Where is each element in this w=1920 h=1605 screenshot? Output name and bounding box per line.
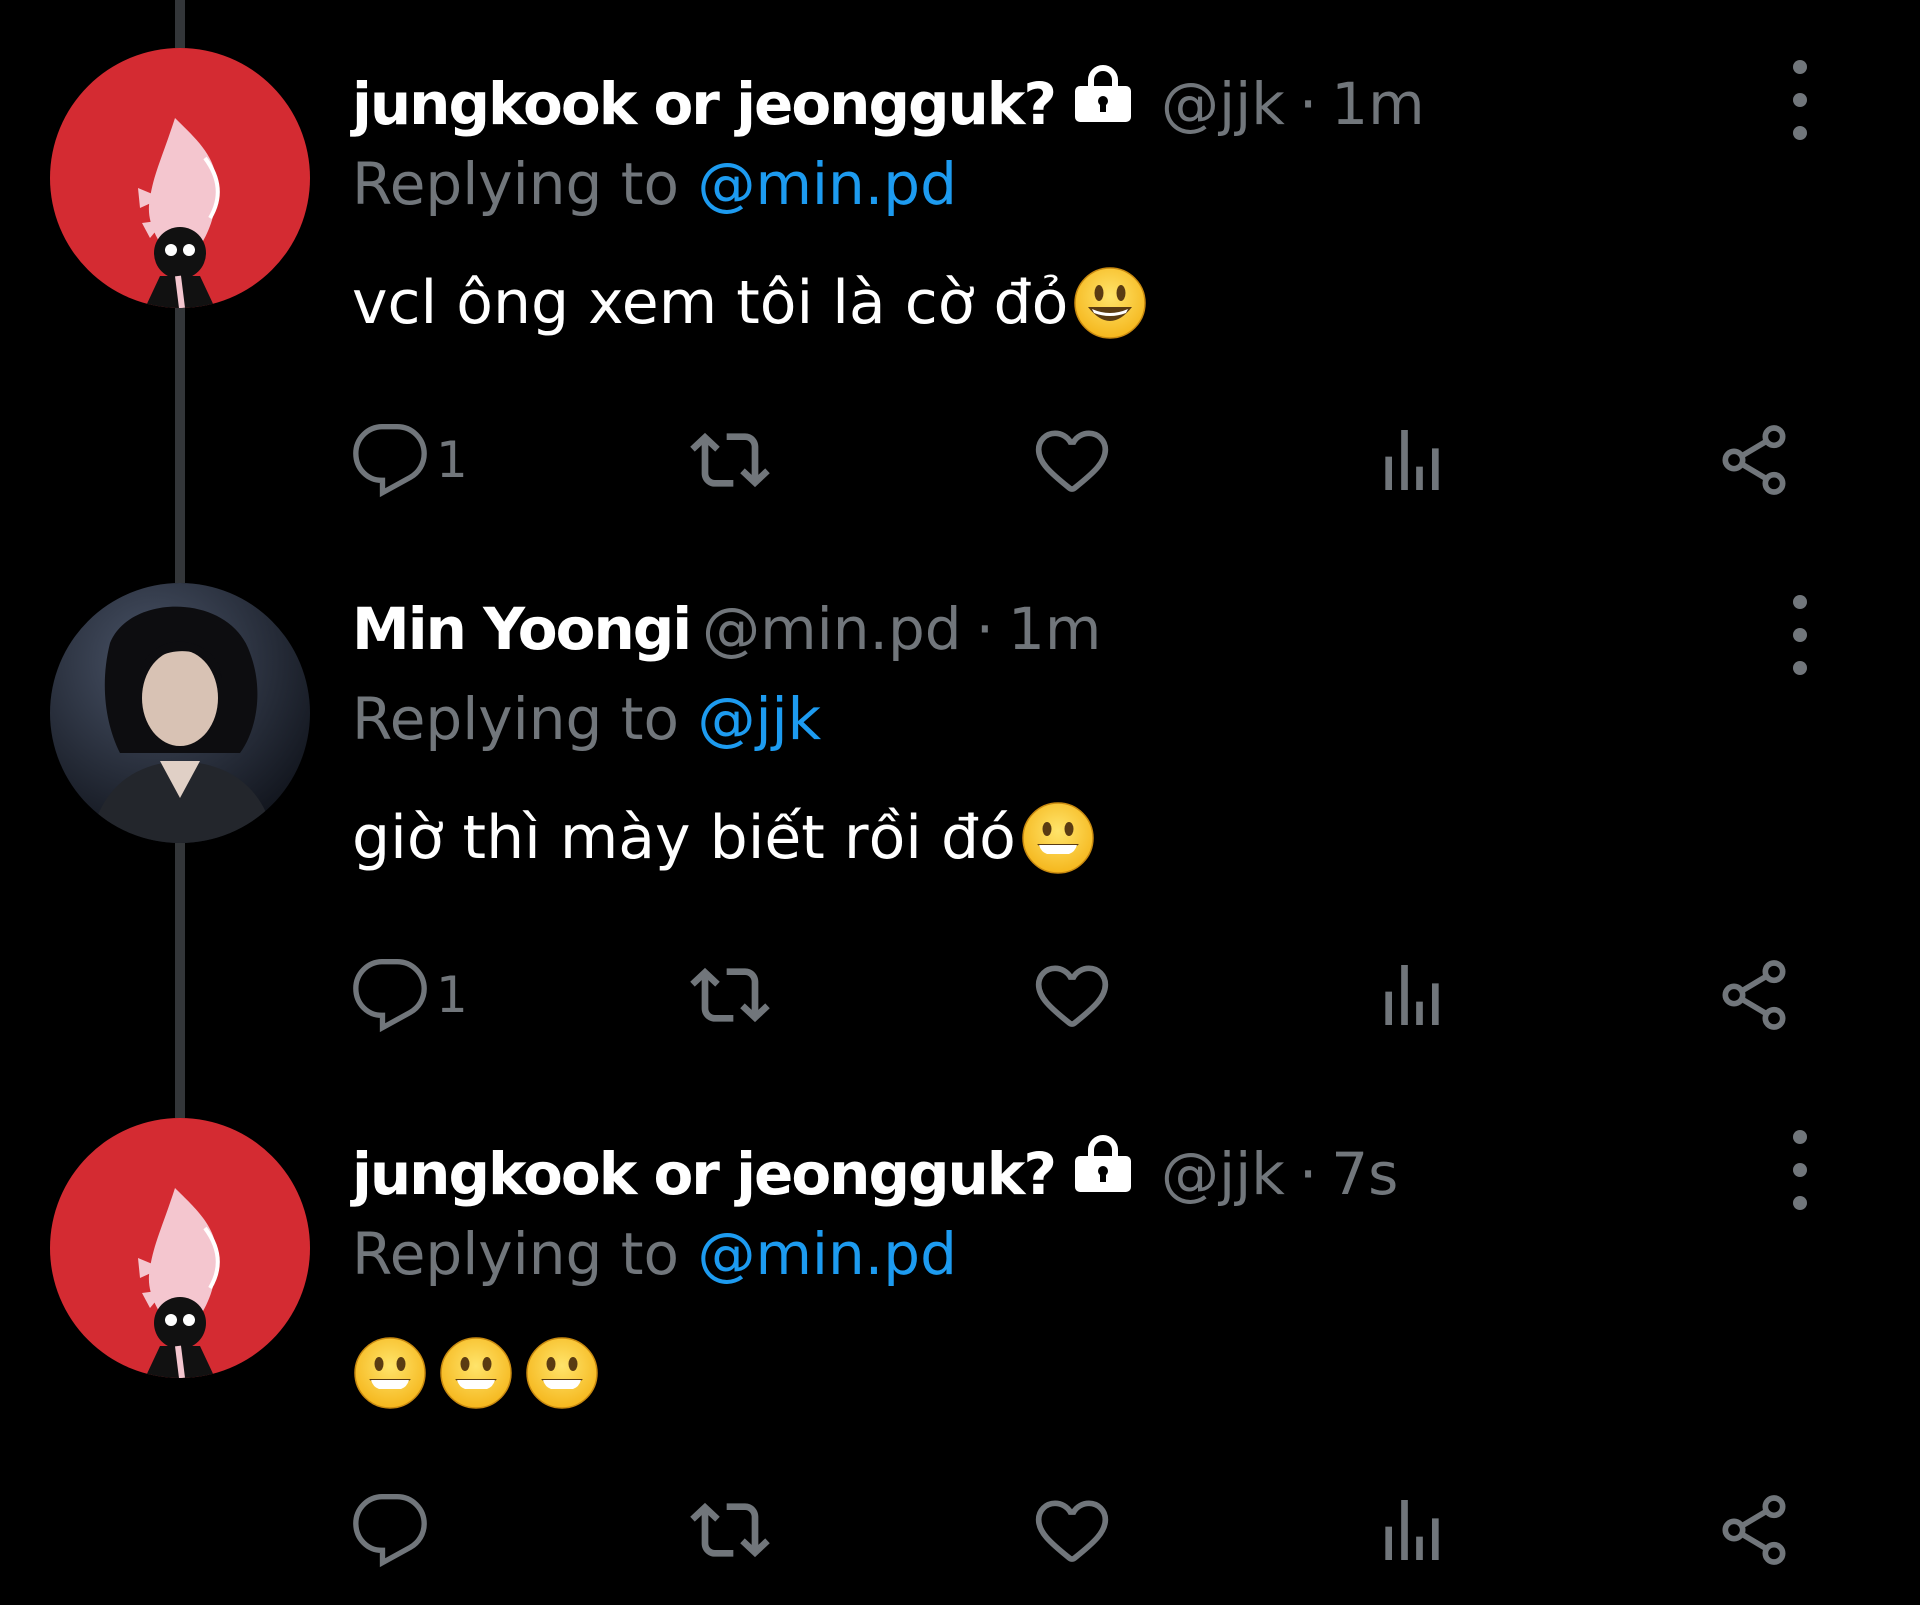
retweet-icon	[690, 420, 770, 500]
reply-count: 1	[436, 966, 468, 1024]
display-name[interactable]: Min Yoongi	[352, 595, 692, 663]
replying-label: Replying to	[352, 150, 698, 218]
mention-link[interactable]: @jjk	[697, 685, 821, 753]
handle[interactable]: @jjk	[1161, 1140, 1285, 1208]
tweet-3[interactable]: jungkook or jeongguk? @jjk · 7s Replying…	[0, 1070, 1920, 1605]
replying-to: Replying to @jjk	[352, 685, 821, 753]
separator: ·	[975, 595, 995, 663]
lock-icon	[1069, 60, 1137, 124]
like-icon	[1032, 420, 1112, 500]
replying-label: Replying to	[352, 685, 698, 753]
reply-button[interactable]: 1	[350, 955, 468, 1035]
views-icon	[1372, 420, 1452, 500]
share-button[interactable]	[1714, 1490, 1794, 1570]
avatar[interactable]	[50, 48, 310, 308]
views-icon	[1372, 955, 1452, 1035]
grinning-emoji	[352, 1335, 428, 1411]
reply-button[interactable]	[350, 1490, 430, 1570]
handle[interactable]: @jjk	[1161, 70, 1285, 138]
like-button[interactable]	[1032, 955, 1112, 1035]
tweet-text-body: vcl ông xem tôi là cờ đỏ	[352, 268, 1069, 338]
share-icon	[1714, 955, 1794, 1035]
timestamp[interactable]: 1m	[1008, 595, 1101, 663]
avatar[interactable]	[50, 1118, 310, 1378]
grinning-emoji	[438, 1335, 514, 1411]
retweet-icon	[690, 955, 770, 1035]
views-button[interactable]	[1372, 420, 1452, 500]
reply-icon	[350, 420, 430, 500]
tweet-text	[352, 1335, 600, 1411]
display-name[interactable]: jungkook or jeongguk?	[352, 70, 1057, 138]
timestamp[interactable]: 1m	[1331, 70, 1424, 138]
retweet-button[interactable]	[690, 420, 770, 500]
retweet-icon	[690, 1490, 770, 1570]
share-button[interactable]	[1714, 955, 1794, 1035]
like-button[interactable]	[1032, 420, 1112, 500]
tweet-header: jungkook or jeongguk? @jjk · 7s	[352, 1130, 1398, 1210]
more-options-button[interactable]	[1780, 60, 1820, 140]
like-icon	[1032, 955, 1112, 1035]
views-button[interactable]	[1372, 1490, 1452, 1570]
replying-to: Replying to @min.pd	[352, 150, 957, 218]
retweet-button[interactable]	[690, 955, 770, 1035]
reply-icon	[350, 955, 430, 1035]
handle[interactable]: @min.pd	[702, 595, 961, 663]
reply-icon	[350, 1490, 430, 1570]
share-icon	[1714, 1490, 1794, 1570]
action-bar	[350, 1490, 1810, 1570]
tweet-header: jungkook or jeongguk? @jjk · 1m	[352, 60, 1425, 140]
share-button[interactable]	[1714, 420, 1794, 500]
replying-label: Replying to	[352, 1220, 698, 1288]
display-name[interactable]: jungkook or jeongguk?	[352, 1140, 1057, 1208]
views-icon	[1372, 1490, 1452, 1570]
views-button[interactable]	[1372, 955, 1452, 1035]
tweet-header: Min Yoongi @min.pd · 1m	[352, 595, 1101, 675]
tweet-text: vcl ông xem tôi là cờ đỏ	[352, 265, 1148, 341]
tweet-text-body: giờ thì mày biết rồi đó	[352, 803, 1016, 873]
smiley-emoji	[1072, 265, 1148, 341]
share-icon	[1714, 420, 1794, 500]
like-button[interactable]	[1032, 1490, 1112, 1570]
more-options-button[interactable]	[1780, 1130, 1820, 1210]
separator: ·	[1298, 1140, 1318, 1208]
action-bar: 1	[350, 955, 1810, 1035]
timestamp[interactable]: 7s	[1331, 1140, 1398, 1208]
mention-link[interactable]: @min.pd	[697, 150, 956, 218]
more-options-button[interactable]	[1780, 595, 1820, 675]
avatar[interactable]	[50, 583, 310, 843]
grinning-emoji	[1020, 800, 1096, 876]
replying-to: Replying to @min.pd	[352, 1220, 957, 1288]
lock-icon	[1069, 1130, 1137, 1194]
like-icon	[1032, 1490, 1112, 1570]
tweet-text: giờ thì mày biết rồi đó	[352, 800, 1096, 876]
tweet-2[interactable]: Min Yoongi @min.pd · 1m Replying to @jjk…	[0, 535, 1920, 1070]
retweet-button[interactable]	[690, 1490, 770, 1570]
reply-button[interactable]: 1	[350, 420, 468, 500]
separator: ·	[1298, 70, 1318, 138]
action-bar: 1	[350, 420, 1810, 500]
reply-count: 1	[436, 431, 468, 489]
tweet-1[interactable]: jungkook or jeongguk? @jjk · 1m Replying…	[0, 0, 1920, 535]
grinning-emoji	[524, 1335, 600, 1411]
mention-link[interactable]: @min.pd	[697, 1220, 956, 1288]
